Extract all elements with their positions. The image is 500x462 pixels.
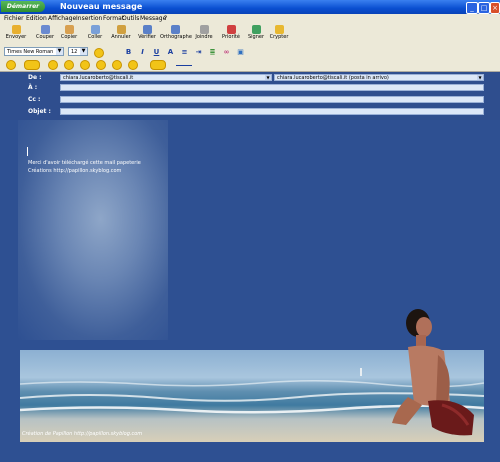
background-figure-image [18, 120, 168, 340]
spelling-label: Orthographe [160, 34, 192, 40]
start-button[interactable]: Démarrer [1, 1, 45, 12]
picture-icon[interactable]: ▣ [236, 48, 245, 56]
cc-field[interactable] [60, 96, 484, 103]
send-icon [11, 25, 21, 34]
smiley-icon[interactable] [80, 60, 90, 70]
cut-icon [40, 25, 50, 34]
font-value: Times New Roman [7, 49, 54, 55]
priority-icon [226, 25, 236, 34]
smiley-icon[interactable] [112, 60, 122, 70]
send-button[interactable]: Envoyer [4, 25, 28, 45]
italic-button[interactable]: I [138, 48, 147, 56]
smiley-icon[interactable] [64, 60, 74, 70]
sign-icon [251, 25, 261, 34]
undo-label: Annuler [111, 34, 131, 40]
from-value: chiara.lucaroberto@tiscali.it [63, 75, 134, 81]
emoticon-toolbar [0, 58, 500, 72]
menu-outils[interactable]: Outils [122, 15, 139, 22]
font-size-value: 12 [71, 49, 78, 55]
copy-icon [64, 25, 74, 34]
minimize-button[interactable]: _ [466, 2, 478, 14]
sign-button[interactable]: Signer [246, 25, 266, 45]
encrypt-icon [274, 25, 284, 34]
cc-label[interactable]: Cc : [28, 96, 40, 103]
format-toolbar: Times New Roman ▼ 12 ▼ B I U A ≡ ⇥ ≣ ∞ ▣ [0, 46, 500, 58]
cut-button[interactable]: Couper [34, 25, 56, 45]
check-names-button[interactable]: Vérifier [136, 25, 158, 45]
from-field[interactable]: chiara.lucaroberto@tiscali.it ▼ [60, 74, 272, 81]
spelling-button[interactable]: Orthographe [160, 25, 192, 45]
cut-label: Couper [35, 34, 55, 40]
subject-label: Objet : [28, 108, 51, 115]
window-title: Nouveau message [60, 2, 143, 11]
check-names-label: Vérifier [138, 34, 156, 40]
account-value: chiara.lucaroberto@tiscali.it (posta in … [277, 75, 389, 81]
style-icon[interactable] [94, 48, 104, 58]
copy-button[interactable]: Copier [60, 25, 78, 45]
link-icon[interactable] [176, 61, 192, 66]
menu-bar: Fichier Edition Affichage Insertion Form… [0, 14, 500, 24]
smiley-icon[interactable] [6, 60, 16, 70]
menu-message[interactable]: Message [140, 15, 166, 22]
align-icon[interactable]: ≣ [208, 48, 217, 56]
stationery-credit: Création de Papillon http://papillon.sky… [22, 431, 143, 437]
copy-label: Copier [60, 34, 78, 40]
paste-label: Coller [87, 34, 103, 40]
woman-figure-image [392, 309, 474, 436]
send-label: Envoyer [5, 34, 27, 40]
body-text-line2: Créations http://papillon.skyblog.com [28, 168, 122, 174]
chevron-down-icon: ▼ [477, 75, 483, 80]
paste-icon [90, 25, 100, 34]
font-color-button[interactable]: A [166, 48, 175, 56]
menu-help[interactable]: ? [164, 15, 167, 22]
font-select[interactable]: Times New Roman ▼ [4, 47, 64, 56]
menu-format[interactable]: Format [103, 15, 124, 22]
encrypt-label: Crypter [269, 34, 289, 40]
menu-insertion[interactable]: Insertion [76, 15, 102, 22]
to-label[interactable]: À : [28, 84, 37, 91]
smiley-icon[interactable] [128, 60, 138, 70]
attach-icon [199, 25, 209, 34]
undo-button[interactable]: Annuler [110, 25, 132, 45]
message-header: De : chiara.lucaroberto@tiscali.it ▼ chi… [0, 72, 500, 120]
priority-label: Priorité [222, 34, 240, 40]
underline-button[interactable]: U [152, 48, 161, 56]
font-size-select[interactable]: 12 ▼ [68, 47, 88, 56]
menu-fichier[interactable]: Fichier [4, 15, 24, 22]
chevron-down-icon: ▼ [80, 48, 87, 55]
smiley-icon[interactable] [150, 60, 166, 70]
smiley-icon[interactable] [96, 60, 106, 70]
subject-field[interactable] [60, 108, 484, 115]
maximize-button[interactable]: □ [478, 2, 490, 14]
chevron-down-icon: ▼ [56, 48, 63, 55]
check-names-icon [142, 25, 152, 34]
message-body[interactable]: Merci d'avoir téléchargé cette mail pape… [0, 120, 500, 462]
encrypt-button[interactable]: Crypter [268, 25, 290, 45]
priority-button[interactable]: Priorité [218, 25, 244, 45]
to-field[interactable] [60, 84, 484, 91]
spelling-icon [170, 25, 180, 34]
smiley-icon[interactable] [24, 60, 40, 70]
close-button[interactable]: × [490, 2, 500, 14]
main-toolbar: Envoyer Couper Copier Coller Annuler Vér… [0, 24, 500, 47]
menu-edition[interactable]: Edition [26, 15, 47, 22]
paste-button[interactable]: Coller [84, 25, 106, 45]
attach-label: Joindre [195, 34, 213, 40]
text-cursor [27, 147, 28, 156]
bullets-icon[interactable]: ≡ [180, 48, 189, 56]
body-text-line1: Merci d'avoir téléchargé cette mail pape… [28, 160, 141, 166]
chevron-down-icon: ▼ [265, 75, 271, 80]
smiley-icon[interactable] [48, 60, 58, 70]
sign-label: Signer [247, 34, 265, 40]
menu-affichage[interactable]: Affichage [48, 15, 76, 22]
account-field[interactable]: chiara.lucaroberto@tiscali.it (posta in … [274, 74, 484, 81]
attach-button[interactable]: Joindre [192, 25, 216, 45]
title-bar: Démarrer Nouveau message _ □ × [0, 0, 500, 14]
indent-icon[interactable]: ⇥ [194, 48, 203, 56]
undo-icon [116, 25, 126, 34]
from-label: De : [28, 74, 42, 81]
bold-button[interactable]: B [124, 48, 133, 56]
link-icon[interactable]: ∞ [222, 48, 231, 56]
